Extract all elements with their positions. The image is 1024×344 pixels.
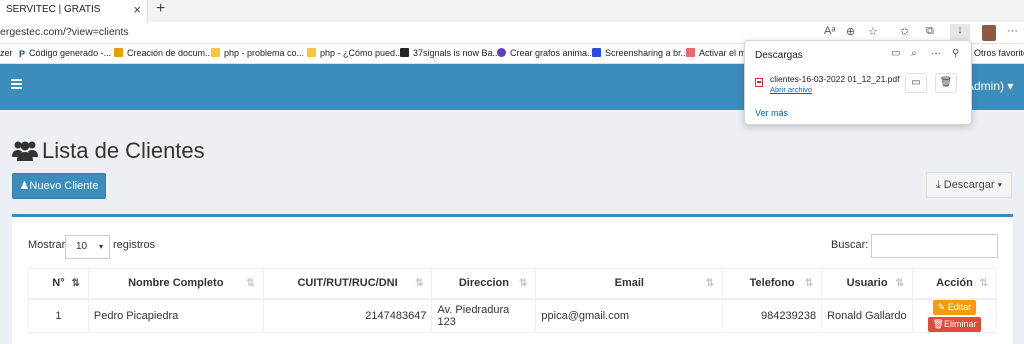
column-header[interactable]: CUIT/RUT/RUC/DNI ⇅ [262, 268, 433, 300]
cell-email: ppica@gmail.com [535, 298, 724, 333]
bookmark-item[interactable]: 37signals is now Ba... [400, 48, 500, 58]
cell-actions: ✎ Editar 🗑Eliminar [912, 298, 997, 333]
more-icon[interactable]: ··· [931, 48, 941, 59]
sort-icon: ⇅ [895, 278, 905, 289]
bookmark-item[interactable]: Activar el mó [686, 48, 751, 58]
more-icon[interactable]: ··· [1007, 25, 1018, 37]
favorites-list-icon[interactable]: ✩ [900, 25, 909, 38]
search-label: Buscar: [831, 239, 869, 251]
search-input[interactable] [871, 234, 998, 258]
new-client-button[interactable]: ♟Nuevo Cliente [12, 173, 106, 199]
cell-n: 1 [28, 298, 89, 333]
folder-icon[interactable]: ▭ [891, 48, 900, 59]
sort-icon: ⇅ [804, 278, 814, 289]
pin-icon[interactable]: ⚲ [952, 48, 959, 59]
sort-icon: ⇅ [519, 278, 528, 289]
table-row: 1 Pedro Picapiedra 2147483647 Av. Piedra… [28, 298, 997, 333]
open-file-link[interactable]: Abrir archivo [770, 85, 812, 94]
trash-icon: 🗑 [932, 318, 944, 329]
column-header[interactable]: N° ⇅ [28, 268, 89, 300]
bookmark-item[interactable]: php - ¿Cómo pued... [307, 48, 403, 58]
download-icon: ⤓ [935, 179, 941, 191]
zoom-icon[interactable]: ⊕ [846, 25, 855, 38]
avatar[interactable] [982, 25, 996, 41]
cell-telefono: 984239238 [722, 298, 823, 333]
bookmark-item[interactable]: Creación de docum... [114, 48, 213, 58]
column-header[interactable]: Usuario ⇅ [821, 268, 914, 300]
download-file-name[interactable]: clientes-16-03-2022 01_12_21.pdf [770, 74, 900, 84]
edit-icon: ✎ [937, 301, 946, 312]
close-icon[interactable]: × [133, 2, 141, 17]
sort-icon: ⇅ [979, 278, 988, 289]
column-header[interactable]: Acción ⇅ [912, 268, 997, 300]
bookmark-item[interactable]: php - problema co... [211, 48, 304, 58]
cell-direccion: Av. Piedradura 123 [431, 298, 537, 333]
clients-box: Mostrar 10 ▾ registros Buscar: N° ⇅ Nombr… [12, 214, 1013, 344]
sort-icon: ⇅ [415, 278, 424, 289]
column-header[interactable]: Telefono ⇅ [722, 268, 823, 300]
cell-usuario: Ronald Gallardo [821, 298, 914, 333]
bookmark-item[interactable]: zer [0, 48, 13, 58]
user-icon: ♟ [19, 180, 30, 192]
delete-download-button[interactable]: 🗑 [935, 73, 957, 93]
column-header[interactable]: Nombre Completo ⇅ [87, 268, 264, 300]
downloads-title: Descargas [755, 50, 803, 61]
bookmark-item[interactable]: P Código generado -... [19, 48, 111, 59]
bookmark-item[interactable]: Screensharing a br... [592, 48, 688, 58]
new-tab-icon[interactable]: + [156, 0, 165, 18]
edit-button[interactable]: ✎ Editar [932, 299, 977, 315]
bookmark-icon [211, 48, 220, 57]
downloads-panel: Descargas ▭ ⌕ ··· ⚲ clientes-16-03-2022 … [744, 40, 972, 125]
sort-icon: ⇅ [71, 278, 80, 289]
search-icon[interactable]: ⌕ [911, 48, 917, 59]
open-folder-button[interactable]: ▭ [905, 73, 927, 93]
page-size-select[interactable]: 10 ▾ [65, 235, 110, 259]
sort-icon: ⇅ [705, 278, 715, 289]
bookmark-icon [592, 48, 601, 57]
column-header[interactable]: Email ⇅ [535, 268, 724, 300]
page-title: Lista de Clientes [12, 138, 205, 167]
collections-icon[interactable]: ⧉ [926, 25, 934, 38]
sort-icon: ⇅ [246, 278, 255, 289]
browser-tab[interactable]: SERVITEC | GRATIS × [0, 0, 148, 22]
bookmark-icon [497, 48, 506, 57]
bookmark-icon [400, 48, 409, 57]
see-more-link[interactable]: Ver más [755, 108, 788, 118]
browser-tab-bar: SERVITEC | GRATIS × + [0, 0, 1024, 22]
bookmark-icon: P [19, 49, 26, 59]
bookmark-icon [114, 48, 123, 57]
table-header-row: N° ⇅ Nombre Completo ⇅ CUIT/RUT/RUC/DNI ⇅ D… [28, 268, 997, 300]
pdf-icon [755, 78, 763, 87]
clients-table: N° ⇅ Nombre Completo ⇅ CUIT/RUT/RUC/DNI ⇅ D… [28, 268, 997, 333]
cell-nombre: Pedro Picapiedra [87, 298, 264, 333]
menu-icon[interactable] [11, 79, 22, 89]
cell-doc: 2147483647 [262, 298, 433, 333]
users-icon [12, 139, 38, 167]
page-title-text: Lista de Clientes [42, 138, 205, 163]
bookmark-item[interactable]: Otros favoritos [974, 48, 1024, 58]
favorite-icon[interactable]: ☆ [868, 25, 878, 38]
column-header[interactable]: Direccion ⇅ [431, 268, 537, 300]
read-aloud-icon[interactable]: Aᵃ [824, 25, 835, 37]
show-after-label: registros [113, 239, 156, 251]
bookmark-icon [307, 48, 316, 57]
url-text[interactable]: ergestec.com/?view=clients [0, 26, 129, 38]
download-button[interactable]: ⤓ Descargar ▾ [926, 172, 1012, 198]
tab-title: SERVITEC | GRATIS [6, 4, 101, 15]
chevron-down-icon: ▾ [98, 242, 103, 251]
user-menu[interactable]: Admin) ▾ [966, 79, 1013, 93]
bookmark-item[interactable]: Crear grafos anima... [497, 48, 595, 58]
bookmark-icon [686, 48, 695, 57]
show-label: Mostrar [28, 239, 66, 251]
delete-button[interactable]: 🗑Eliminar [927, 316, 982, 332]
